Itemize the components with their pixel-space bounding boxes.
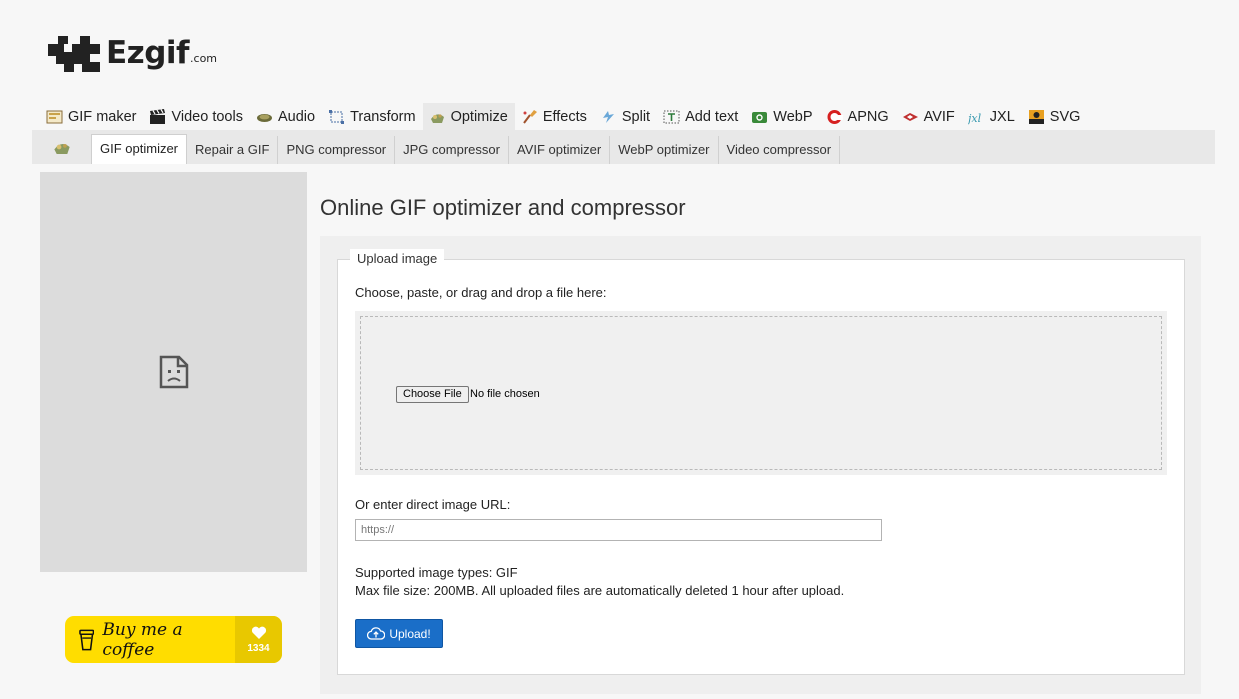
site-logo[interactable]: Ezgif .com — [48, 30, 217, 72]
nav-label: Transform — [350, 108, 416, 125]
cloud-upload-icon — [367, 627, 386, 640]
nav-label: SVG — [1049, 108, 1081, 125]
nav-apng[interactable]: APNG — [820, 103, 896, 130]
nav-add-text[interactable]: Add text — [657, 103, 745, 130]
nav-label: Split — [621, 108, 651, 125]
main-nav: GIF maker Video tools Audio Transform Op… — [40, 103, 1087, 130]
apng-icon — [827, 109, 843, 124]
svg-text:jxl: jxl — [968, 112, 982, 125]
logo-wordmark: Ezgif — [106, 35, 190, 71]
nav-avif[interactable]: AVIF — [896, 103, 962, 130]
optimize-icon — [430, 113, 444, 123]
buy-me-a-coffee-button[interactable]: Buy me a coffee 1334 — [65, 616, 282, 663]
nav-effects[interactable]: Effects — [515, 103, 594, 130]
choose-file-button[interactable]: Choose File — [396, 386, 469, 403]
audio-icon — [256, 113, 272, 122]
upload-button[interactable]: Upload! — [355, 619, 443, 648]
bmc-count-box: 1334 — [235, 616, 282, 663]
tab-png-compressor[interactable]: PNG compressor — [278, 136, 396, 164]
page-title: Online GIF optimizer and compressor — [320, 195, 686, 220]
nav-webp[interactable]: WebP — [745, 103, 819, 130]
nav-gif-maker[interactable]: GIF maker — [40, 103, 143, 130]
tab-video-compressor[interactable]: Video compressor — [719, 136, 841, 164]
upload-legend: Upload image — [350, 249, 445, 269]
transform-icon — [329, 109, 345, 124]
nav-label: Video tools — [171, 108, 243, 125]
coffee-cup-icon — [79, 629, 95, 650]
nav-label: Optimize — [450, 108, 508, 125]
tab-gif-optimizer[interactable]: GIF optimizer — [91, 134, 188, 164]
tab-avif-optimizer[interactable]: AVIF optimizer — [509, 136, 611, 164]
jxl-icon: jxl — [968, 112, 982, 125]
split-icon — [602, 110, 614, 123]
nav-label: APNG — [847, 108, 889, 125]
bmc-label: Buy me a coffee — [102, 619, 183, 660]
broken-page-icon — [159, 355, 188, 389]
tab-jpg-compressor[interactable]: JPG compressor — [395, 136, 509, 164]
svg-icon — [1028, 109, 1044, 124]
nav-label: WebP — [773, 108, 813, 125]
supported-types: Supported image types: GIF — [355, 565, 518, 580]
nav-label: JXL — [989, 108, 1015, 125]
nav-audio[interactable]: Audio — [250, 103, 322, 130]
optimize-home-link[interactable] — [32, 130, 91, 164]
nav-video-tools[interactable]: Video tools — [143, 103, 249, 130]
nav-label: Effects — [542, 108, 587, 125]
url-label: Or enter direct image URL: — [355, 497, 511, 512]
max-file-size: Max file size: 200MB. All uploaded files… — [355, 583, 845, 598]
nav-label: Audio — [277, 108, 316, 125]
heart-icon — [251, 626, 266, 639]
webp-icon — [752, 111, 768, 123]
nav-svg[interactable]: SVG — [1022, 103, 1088, 130]
nav-label: GIF maker — [68, 108, 137, 125]
gif-maker-icon — [46, 110, 63, 123]
nav-transform[interactable]: Transform — [322, 103, 423, 130]
choose-file-label: Choose, paste, or drag and drop a file h… — [355, 285, 607, 300]
upload-label: Upload! — [389, 626, 431, 641]
nav-label: Add text — [685, 108, 739, 125]
nav-jxl[interactable]: jxl JXL — [962, 103, 1022, 130]
ezgif-logo-icon — [48, 36, 100, 72]
nav-label: AVIF — [923, 108, 955, 125]
url-input[interactable] — [355, 519, 882, 541]
clapperboard-icon — [150, 108, 166, 124]
nav-optimize[interactable]: Optimize — [422, 103, 515, 130]
add-text-icon — [663, 110, 680, 123]
optimize-icon — [53, 143, 70, 155]
file-status: No file chosen — [470, 388, 540, 400]
effects-brush-icon — [523, 109, 537, 124]
bmc-left: Buy me a coffee — [65, 616, 235, 663]
avif-icon — [902, 112, 918, 121]
sub-nav: GIF optimizer Repair a GIF PNG compresso… — [32, 130, 1215, 164]
ad-placeholder — [40, 172, 307, 572]
logo-tld: .com — [190, 52, 218, 65]
nav-split[interactable]: Split — [594, 103, 657, 130]
bmc-count: 1334 — [247, 642, 270, 654]
tab-repair-gif[interactable]: Repair a GIF — [187, 136, 279, 164]
tab-webp-optimizer[interactable]: WebP optimizer — [610, 136, 719, 164]
